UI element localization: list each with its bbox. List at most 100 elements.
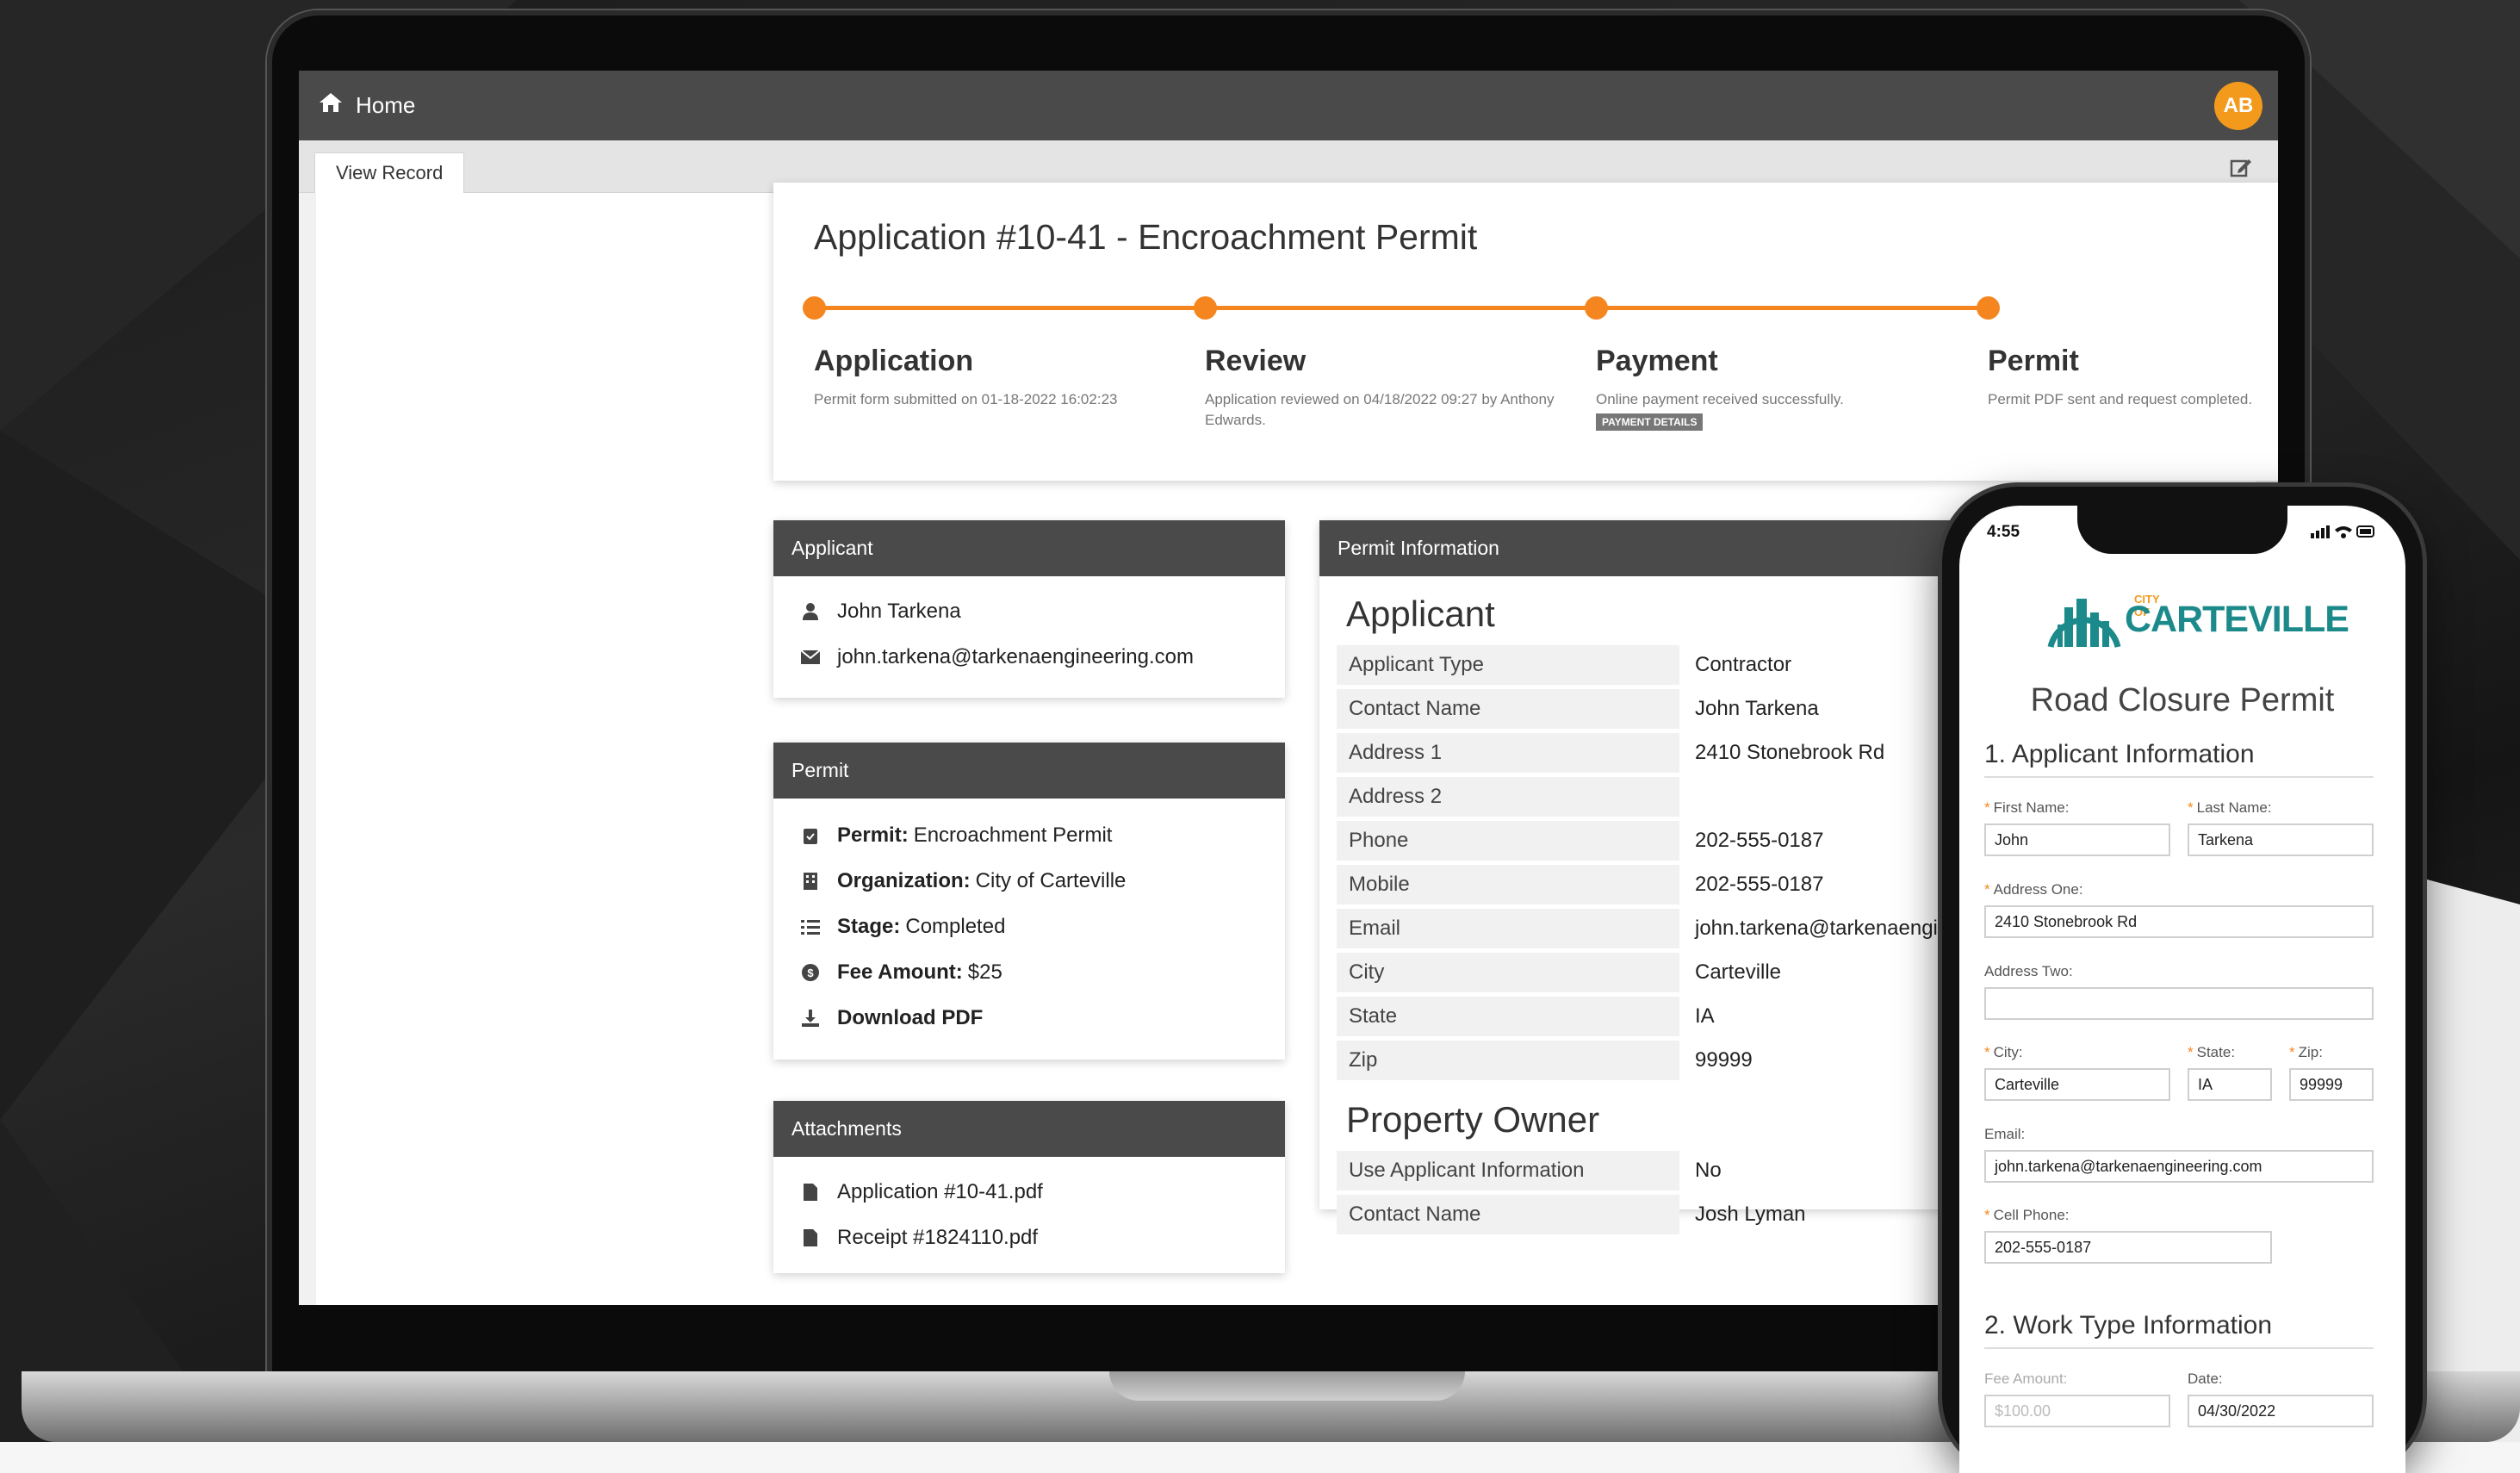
applicant-email-row: john.tarkena@tarkenaengineering.com xyxy=(773,634,1285,680)
last-name-label: * Last Name: xyxy=(2188,799,2272,816)
fee-label: Fee Amount: xyxy=(837,960,963,984)
top-navbar: Home AB xyxy=(299,71,2278,140)
file-icon xyxy=(799,1183,822,1201)
stage-dot-review xyxy=(1194,296,1217,320)
organization-label: Organization: xyxy=(837,868,971,892)
stage-dot-payment xyxy=(1585,296,1608,320)
list-check-icon xyxy=(799,919,822,935)
info-value: Contractor xyxy=(1695,653,1792,676)
section-heading-applicant-info: 1. Applicant Information xyxy=(1984,740,2374,778)
email-input[interactable]: john.tarkena@tarkenaengineering.com xyxy=(1984,1150,2374,1183)
user-icon xyxy=(799,602,822,620)
info-key: State xyxy=(1337,997,1679,1036)
attachment-name: Application #10-41.pdf xyxy=(837,1179,1043,1203)
envelope-icon xyxy=(799,649,822,664)
money-icon: $ xyxy=(799,963,822,981)
permit-label: Permit: xyxy=(837,823,909,847)
zip-input[interactable]: 99999 xyxy=(2289,1068,2374,1101)
fee-amount-label: Fee Amount: xyxy=(1984,1370,2068,1387)
stage-application: Application Permit form submitted on 01-… xyxy=(814,345,1176,410)
status-icons xyxy=(2311,525,2376,543)
file-icon xyxy=(799,1228,822,1246)
zip-label: * Zip: xyxy=(2289,1044,2323,1060)
date-input[interactable]: 04/30/2022 xyxy=(2188,1395,2374,1427)
application-progress-card: Application #10-41 - Encroachment Permit… xyxy=(773,183,2278,481)
stage-dot-application xyxy=(803,296,826,320)
info-key: City xyxy=(1337,953,1679,992)
attachment-item[interactable]: Receipt #1824110.pdf xyxy=(773,1215,1285,1260)
applicant-email[interactable]: john.tarkena@tarkenaengineering.com xyxy=(837,645,1194,669)
info-key: Mobile xyxy=(1337,865,1679,904)
cell-phone-label: * Cell Phone: xyxy=(1984,1207,2070,1223)
home-icon xyxy=(318,91,356,120)
info-key: Email xyxy=(1337,909,1679,948)
info-key: Contact Name xyxy=(1337,1195,1679,1234)
stage-name: Permit xyxy=(1988,345,2079,377)
page-title: Application #10-41 - Encroachment Permit xyxy=(814,217,1478,257)
cell-phone-input[interactable]: 202-555-0187 xyxy=(1984,1231,2272,1264)
info-value: IA xyxy=(1695,1004,1715,1028)
building-icon xyxy=(799,872,822,890)
home-label: Home xyxy=(356,92,416,118)
info-key: Use Applicant Information xyxy=(1337,1151,1679,1190)
info-key: Address 2 xyxy=(1337,777,1679,817)
email-label: Email: xyxy=(1984,1126,2026,1142)
user-avatar[interactable]: AB xyxy=(2214,82,2262,130)
stage-desc: Permit form submitted on 01-18-2022 16:0… xyxy=(814,391,1118,407)
carteville-logo-icon xyxy=(2047,599,2121,648)
state-label: * State: xyxy=(2188,1044,2236,1060)
permit-value: Encroachment Permit xyxy=(913,823,1113,847)
download-pdf-label: Download PDF xyxy=(837,1005,984,1029)
home-link[interactable]: Home xyxy=(318,91,415,120)
permit-panel: Permit Permit: Encroachment Permit Organ… xyxy=(773,743,1285,1060)
first-name-input[interactable]: John xyxy=(1984,824,2170,856)
tab-view-record[interactable]: View Record xyxy=(314,152,465,193)
fee-row: $ Fee Amount: $25 xyxy=(773,949,1285,995)
info-value: 202-555-0187 xyxy=(1695,829,1824,852)
download-icon xyxy=(799,1009,822,1027)
permit-row: Permit: Encroachment Permit xyxy=(773,812,1285,858)
stage-row: Stage: Completed xyxy=(773,904,1285,949)
logo-name-text: CARTEVILLE xyxy=(2125,599,2349,640)
address-one-input[interactable]: 2410 Stonebrook Rd xyxy=(1984,905,2374,938)
phone-notch xyxy=(2077,506,2287,554)
city-input[interactable]: Carteville xyxy=(1984,1068,2170,1101)
panel-title: Attachments xyxy=(773,1101,1285,1157)
info-key: Applicant Type xyxy=(1337,645,1679,685)
applicant-name-row: John Tarkena xyxy=(773,588,1285,634)
applicant-name: John Tarkena xyxy=(837,599,961,623)
state-input[interactable]: IA xyxy=(2188,1068,2272,1101)
info-value: Carteville xyxy=(1695,960,1782,984)
attachment-name: Receipt #1824110.pdf xyxy=(837,1225,1039,1249)
info-value: 202-555-0187 xyxy=(1695,873,1824,896)
fee-value: $25 xyxy=(967,960,1002,984)
edit-icon[interactable] xyxy=(2230,156,2252,183)
stage-value: Completed xyxy=(905,914,1006,938)
stage-permit: Permit Permit PDF sent and request compl… xyxy=(1988,345,2278,410)
city-label: * City: xyxy=(1984,1044,2023,1060)
payment-details-button[interactable]: PAYMENT DETAILS xyxy=(1596,413,1704,431)
stage-desc: Permit PDF sent and request completed. xyxy=(1988,391,2253,407)
stage-review: Review Application reviewed on 04/18/202… xyxy=(1205,345,1567,431)
download-pdf-link[interactable]: Download PDF xyxy=(773,995,1285,1041)
section-heading-work-type: 2. Work Type Information xyxy=(1984,1311,2374,1349)
organization-row: Organization: City of Carteville xyxy=(773,858,1285,904)
address-two-input[interactable] xyxy=(1984,987,2374,1020)
stage-desc: Online payment received successfully. xyxy=(1596,391,1844,407)
panel-title: Applicant xyxy=(773,520,1285,576)
progress-track xyxy=(814,306,1998,310)
info-value: Josh Lyman xyxy=(1695,1203,1806,1226)
last-name-input[interactable]: Tarkena xyxy=(2188,824,2374,856)
info-key: Zip xyxy=(1337,1041,1679,1080)
info-value: 99999 xyxy=(1695,1048,1753,1072)
status-time: 4:55 xyxy=(1987,523,2020,541)
info-value: 2410 Stonebrook Rd xyxy=(1695,741,1885,764)
info-value: No xyxy=(1695,1159,1722,1182)
applicant-panel: Applicant John Tarkena john.tarkena@tark… xyxy=(773,520,1285,698)
stage-payment: Payment Online payment received successf… xyxy=(1596,345,1958,431)
fee-amount-input[interactable]: $100.00 xyxy=(1984,1395,2170,1427)
attachment-item[interactable]: Application #10-41.pdf xyxy=(773,1169,1285,1215)
attachments-panel: Attachments Application #10-41.pdf Recei… xyxy=(773,1101,1285,1273)
stage-name: Payment xyxy=(1596,345,1718,377)
phone-device: 4:55 CITY OF CARTEVILLE Road Closure Per… xyxy=(1942,487,2423,1473)
